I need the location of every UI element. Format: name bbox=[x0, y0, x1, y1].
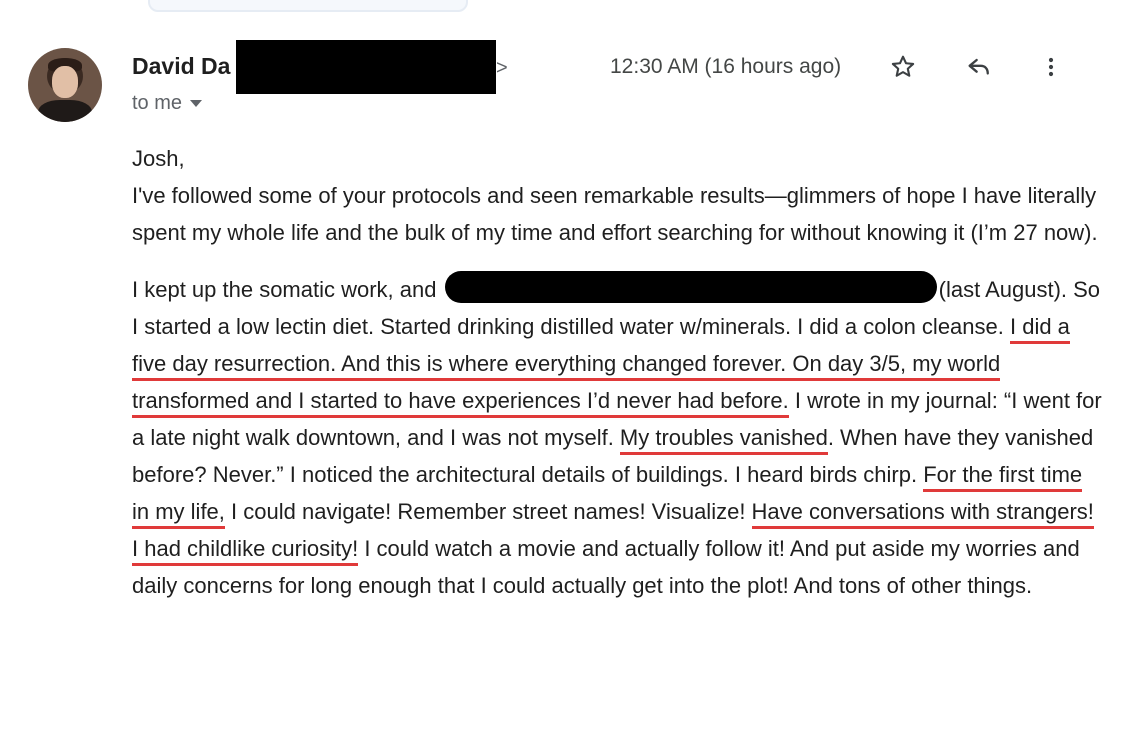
timestamp: 12:30 AM (16 hours ago) bbox=[610, 55, 842, 78]
sender-email-suffix: > bbox=[496, 57, 508, 79]
recipient-details-toggle[interactable]: to me bbox=[132, 92, 203, 115]
paragraph-2: I kept up the somatic work, and (last Au… bbox=[132, 271, 1102, 604]
recipient-label: to me bbox=[132, 92, 183, 114]
star-button[interactable] bbox=[886, 50, 920, 84]
caret-down-icon bbox=[190, 100, 203, 108]
sender-avatar[interactable] bbox=[28, 48, 102, 122]
top-pill-decoration bbox=[148, 0, 468, 12]
paragraph-1: I've followed some of your protocols and… bbox=[132, 183, 1098, 245]
reply-icon bbox=[968, 58, 989, 75]
underlined-text: My troubles vanished bbox=[619, 425, 828, 455]
star-icon bbox=[891, 55, 915, 77]
redaction-block-name bbox=[236, 40, 496, 94]
email-body: Josh, I've followed some of your protoco… bbox=[132, 140, 1102, 604]
text-run: I kept up the somatic work, and bbox=[132, 277, 437, 302]
greeting: Josh, bbox=[132, 146, 185, 171]
more-options-button[interactable] bbox=[1034, 50, 1068, 84]
text-run: I could navigate! Remember street names!… bbox=[224, 499, 752, 524]
sender-name[interactable]: David Da bbox=[132, 53, 230, 80]
redaction-block-body bbox=[444, 271, 937, 303]
more-vert-icon bbox=[1048, 57, 1054, 77]
reply-button[interactable] bbox=[962, 50, 996, 84]
